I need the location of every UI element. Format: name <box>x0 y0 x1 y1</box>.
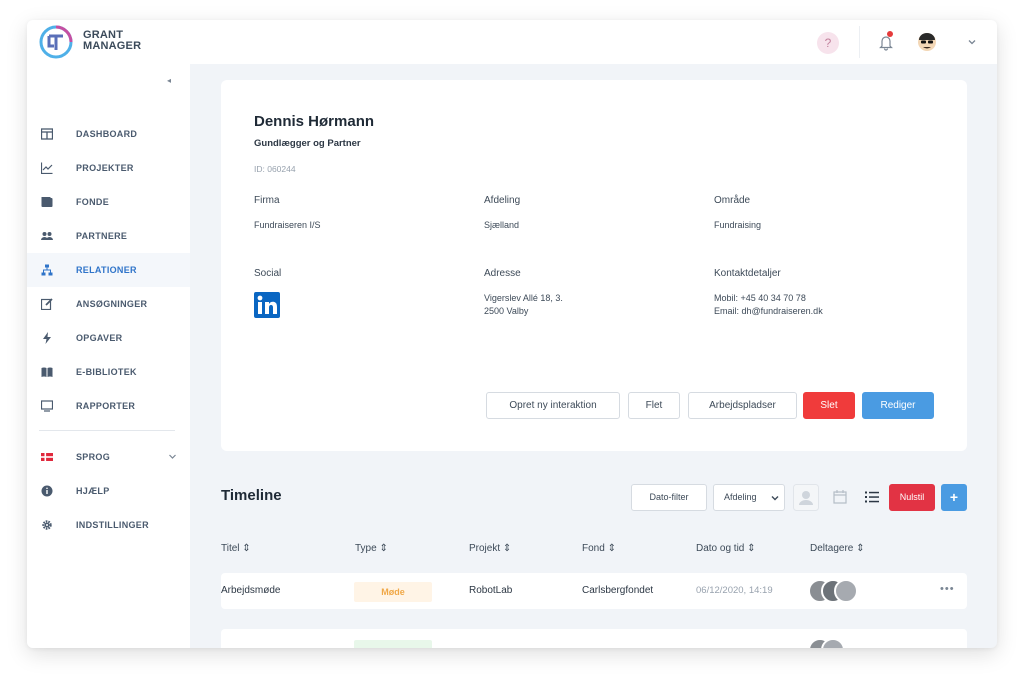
chevron-down-icon[interactable] <box>168 452 177 461</box>
app-window: GRANT MANAGER ? ◂ DASHBOARD PROJEKTER FO… <box>27 20 997 648</box>
list-view-icon[interactable] <box>862 487 882 507</box>
sidebar-item-label: RAPPORTER <box>76 401 136 411</box>
department-select[interactable]: Afdeling <box>713 484 785 511</box>
column-header-titel[interactable]: Titel ⇕ <box>221 543 251 554</box>
social-label: Social <box>254 268 282 279</box>
sidebar-divider <box>39 430 175 431</box>
profile-card: Dennis Hørmann Gundlægger og Partner ID:… <box>221 80 967 451</box>
profile-id: ID: 060244 <box>254 164 296 174</box>
sidebar-item-label: OPGAVER <box>76 333 123 343</box>
profile-name: Dennis Hørmann <box>254 113 375 130</box>
department-select-label: Afdeling <box>724 492 757 502</box>
person-filter-icon[interactable] <box>793 484 819 511</box>
collapse-sidebar-icon[interactable]: ◂ <box>167 76 171 85</box>
firma-label: Firma <box>254 195 280 206</box>
users-icon <box>41 232 53 240</box>
column-header-dato[interactable]: Dato og tid ⇕ <box>696 543 756 554</box>
notification-dot <box>887 31 893 37</box>
sidebar-item-label: INDSTILLINGER <box>76 520 149 530</box>
afdeling-value: Sjælland <box>484 220 520 230</box>
table-row[interactable]: Arbejdsmøde Møde RobotLab Carlsbergfonde… <box>221 573 967 609</box>
table-row[interactable] <box>221 629 967 648</box>
brand-name-line2: MANAGER <box>83 40 142 52</box>
linkedin-icon[interactable] <box>254 292 280 318</box>
bolt-icon <box>43 332 51 344</box>
sidebar-item-label: SPROG <box>76 452 111 462</box>
row-fund: Carlsbergfondet <box>582 585 654 596</box>
firma-value: Fundraiseren I/S <box>254 220 321 230</box>
sidebar-item-relationer[interactable]: RELATIONER <box>27 253 190 287</box>
monitor-icon <box>41 400 53 412</box>
workplaces-button[interactable]: Arbejdspladser <box>688 392 797 419</box>
sidebar-item-label: E-BIBLIOTEK <box>76 367 137 377</box>
add-button[interactable]: + <box>941 484 967 511</box>
adresse-line1: Vigerslev Allé 18, 3. <box>484 293 563 303</box>
brand-name: GRANT MANAGER <box>83 30 141 52</box>
sidebar-item-label: PARTNERE <box>76 231 128 241</box>
row-title: Arbejdsmøde <box>221 585 281 596</box>
delete-button[interactable]: Slet <box>803 392 855 419</box>
grant-manager-logo-icon[interactable] <box>39 25 73 59</box>
afdeling-label: Afdeling <box>484 195 521 206</box>
sidebar-item-label: FONDE <box>76 197 109 207</box>
sidebar-item-label: HJÆLP <box>76 486 110 496</box>
sidebar-item-e-bibliotek[interactable]: E-BIBLIOTEK <box>27 355 190 389</box>
create-interaction-button[interactable]: Opret ny interaktion <box>486 392 620 419</box>
edit-button[interactable]: Rediger <box>862 392 934 419</box>
type-badge: Møde <box>354 582 432 602</box>
omraade-label: Område <box>714 195 751 206</box>
sidebar: ◂ DASHBOARD PROJEKTER FONDE PARTNERE REL… <box>27 64 190 648</box>
kontakt-label: Kontaktdetaljer <box>714 268 781 279</box>
dashboard-icon <box>41 128 53 140</box>
chart-icon <box>41 162 53 174</box>
omraade-value: Fundraising <box>714 220 762 230</box>
sidebar-item-label: DASHBOARD <box>76 129 138 139</box>
sidebar-item-indstillinger[interactable]: INDSTILLINGER <box>27 508 190 542</box>
calendar-icon[interactable] <box>830 487 850 507</box>
sidebar-item-opgaver[interactable]: OPGAVER <box>27 321 190 355</box>
adresse-line2: 2500 Valby <box>484 306 529 316</box>
sidebar-item-sprog[interactable]: SPROG <box>27 440 190 474</box>
sidebar-item-label: RELATIONER <box>76 265 137 275</box>
column-header-deltagere[interactable]: Deltagere ⇕ <box>810 543 865 554</box>
column-header-projekt[interactable]: Projekt ⇕ <box>469 543 511 554</box>
sidebar-item-projekter[interactable]: PROJEKTER <box>27 151 190 185</box>
wallet-icon <box>41 197 53 207</box>
sidebar-item-fonde[interactable]: FONDE <box>27 185 190 219</box>
row-datetime: 06/12/2020, 14:19 <box>696 585 773 596</box>
sidebar-item-rapporter[interactable]: RAPPORTER <box>27 389 190 423</box>
sidebar-item-label: PROJEKTER <box>76 163 134 173</box>
info-icon <box>41 485 53 497</box>
profile-title: Gundlægger og Partner <box>254 138 361 149</box>
adresse-label: Adresse <box>484 268 521 279</box>
help-button[interactable]: ? <box>817 32 839 54</box>
type-badge <box>354 640 432 648</box>
chevron-down-icon[interactable] <box>967 37 977 47</box>
danish-flag-icon <box>41 453 53 461</box>
sidebar-item-ansogninger[interactable]: ANSØGNINGER <box>27 287 190 321</box>
gear-icon <box>42 520 52 530</box>
row-project: RobotLab <box>469 585 513 596</box>
network-icon <box>41 264 53 276</box>
participant-avatar <box>834 579 858 603</box>
merge-button[interactable]: Flet <box>628 392 680 419</box>
reset-button[interactable]: Nulstil <box>889 484 935 511</box>
kontakt-email: Email: dh@fundraiseren.dk <box>714 306 823 316</box>
sidebar-item-partnere[interactable]: PARTNERE <box>27 219 190 253</box>
user-avatar-icon[interactable] <box>917 32 937 52</box>
header-divider <box>859 26 860 58</box>
column-header-fond[interactable]: Fond ⇕ <box>582 543 616 554</box>
timeline-title: Timeline <box>221 487 282 504</box>
top-bar: GRANT MANAGER ? <box>27 20 997 64</box>
sidebar-item-dashboard[interactable]: DASHBOARD <box>27 117 190 151</box>
more-options-icon[interactable]: ••• <box>940 583 955 595</box>
column-header-type[interactable]: Type ⇕ <box>355 543 388 554</box>
book-icon <box>41 367 53 377</box>
kontakt-mobile: Mobil: +45 40 34 70 78 <box>714 293 806 303</box>
sidebar-item-hjaelp[interactable]: HJÆLP <box>27 474 190 508</box>
edit-icon <box>41 298 53 310</box>
sidebar-item-label: ANSØGNINGER <box>76 299 148 309</box>
date-filter-button[interactable]: Dato-filter <box>631 484 707 511</box>
chevron-down-icon <box>771 496 779 501</box>
